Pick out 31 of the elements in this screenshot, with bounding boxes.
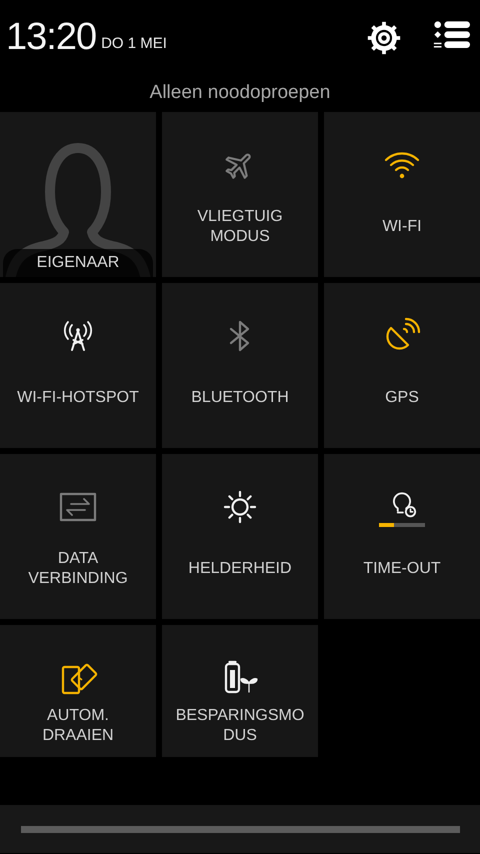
owner-label: EIGENAAR — [3, 249, 153, 277]
toggle-tile[interactable]: HELDERHEID — [162, 454, 318, 619]
owner-tile[interactable]: EIGENAAR — [0, 112, 156, 277]
bottom-bar[interactable] — [0, 805, 480, 853]
drag-handle[interactable] — [20, 826, 460, 832]
toggle-tile[interactable]: GPS — [324, 283, 480, 448]
tile-label: WI-FI — [382, 217, 422, 237]
toggle-tile[interactable]: VLIEGTUIG MODUS — [162, 112, 318, 277]
toggle-tile[interactable]: TIME-OUT — [324, 454, 480, 619]
toggle-tile[interactable]: BLUETOOTH — [162, 283, 318, 448]
tile-label: VERBINDING — [28, 569, 128, 589]
tile-label: BESPARINGSMO — [176, 706, 304, 726]
tile-label: AUTOM. — [47, 706, 109, 726]
date-text: DO 1 MEI — [101, 35, 167, 52]
tile-label: HELDERHEID — [188, 559, 292, 579]
tile-label: WI-FI-HOTSPOT — [17, 388, 139, 408]
status-text: Alleen noodoproepen — [148, 81, 332, 105]
toggle-tile[interactable]: BESPARINGSMO DUS — [162, 625, 318, 757]
toggle-tile[interactable]: WI-FI — [324, 112, 480, 277]
tile-label: DATA — [58, 549, 98, 569]
tile-label: BLUETOOTH — [191, 388, 289, 408]
toggle-tile[interactable]: WI-FI-HOTSPOT — [0, 283, 156, 448]
clock-time: 13:20 — [6, 16, 96, 59]
tile-label: VLIEGTUIG — [197, 207, 283, 227]
tile-label: TIME-OUT — [363, 559, 441, 579]
tile-label: DUS — [223, 726, 257, 746]
tile-label: DRAAIEN — [42, 726, 114, 746]
toggle-tile[interactable]: AUTOM. DRAAIEN — [0, 625, 156, 757]
toggle-tile[interactable]: DATA VERBINDING — [0, 454, 156, 619]
tile-label: MODUS — [210, 227, 270, 247]
tile-label: GPS — [385, 388, 419, 408]
